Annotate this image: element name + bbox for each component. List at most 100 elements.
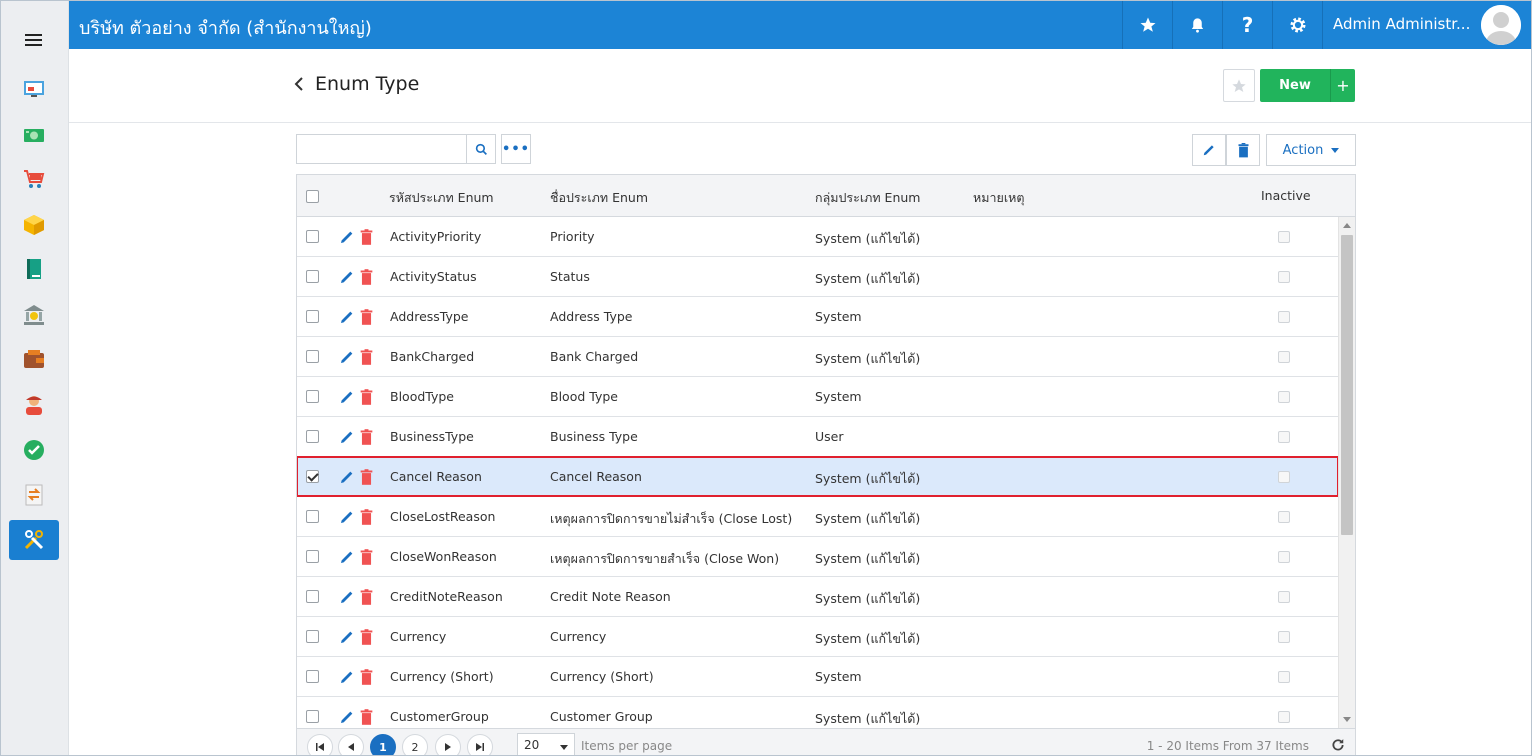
table-row[interactable]: CreditNoteReason Credit Note Reason System… <box>297 577 1338 617</box>
edit-row-icon[interactable] <box>339 588 355 606</box>
inactive-checkbox[interactable] <box>1278 591 1290 603</box>
delete-row-icon[interactable] <box>360 269 373 285</box>
table-row[interactable]: BankCharged Bank Charged System (แก้ไขได้) <box>297 337 1338 377</box>
new-dropdown-button[interactable]: + <box>1330 69 1355 102</box>
delete-row-icon[interactable] <box>360 509 373 525</box>
first-page-button[interactable] <box>307 734 333 755</box>
favorites-button[interactable] <box>1122 1 1172 49</box>
page-button-1[interactable]: 1 <box>370 734 396 755</box>
inactive-checkbox[interactable] <box>1278 271 1290 283</box>
edit-row-icon[interactable] <box>339 428 355 446</box>
sidebar-item-dashboard[interactable] <box>9 69 59 109</box>
delete-row-icon[interactable] <box>360 629 373 645</box>
more-options-button[interactable]: ••• <box>501 134 531 164</box>
edit-row-icon[interactable] <box>339 468 355 486</box>
delete-row-icon[interactable] <box>360 709 373 725</box>
edit-row-icon[interactable] <box>339 388 355 406</box>
inactive-checkbox[interactable] <box>1278 711 1290 723</box>
scroll-down-icon[interactable] <box>1343 717 1351 722</box>
scrollbar-thumb[interactable] <box>1341 235 1353 535</box>
column-header-note[interactable]: หมายเหตุ <box>973 188 1024 208</box>
action-dropdown-button[interactable]: Action <box>1266 134 1356 166</box>
inactive-checkbox[interactable] <box>1278 471 1290 483</box>
inactive-checkbox[interactable] <box>1278 511 1290 523</box>
row-checkbox[interactable] <box>306 670 319 683</box>
edit-row-icon[interactable] <box>339 348 355 366</box>
edit-row-icon[interactable] <box>339 268 355 286</box>
row-checkbox[interactable] <box>306 550 319 563</box>
row-checkbox[interactable] <box>306 230 319 243</box>
table-row[interactable]: CloseLostReason เหตุผลการปิดการขายไม่สำเร… <box>297 497 1338 537</box>
delete-row-icon[interactable] <box>360 229 373 245</box>
column-header-name[interactable]: ชื่อประเภท Enum <box>550 188 648 208</box>
edit-row-icon[interactable] <box>339 668 355 686</box>
sidebar-item-transfer[interactable] <box>9 475 59 515</box>
table-row[interactable]: AddressType Address Type System <box>297 297 1338 337</box>
edit-row-icon[interactable] <box>339 548 355 566</box>
table-row[interactable]: Cancel Reason Cancel Reason System (แก้ไขไ… <box>297 456 1339 497</box>
delete-row-icon[interactable] <box>360 589 373 605</box>
inactive-checkbox[interactable] <box>1278 431 1290 443</box>
row-checkbox[interactable] <box>306 710 319 723</box>
edit-row-icon[interactable] <box>339 228 355 246</box>
next-page-button[interactable] <box>435 734 461 755</box>
delete-selected-button[interactable] <box>1226 134 1260 166</box>
sidebar-item-settings[interactable] <box>9 520 59 560</box>
row-checkbox[interactable] <box>306 310 319 323</box>
inactive-checkbox[interactable] <box>1278 631 1290 643</box>
column-header-code[interactable]: รหัสประเภท Enum <box>389 188 494 208</box>
delete-row-icon[interactable] <box>360 469 373 485</box>
add-favorite-button[interactable] <box>1223 69 1255 102</box>
inactive-checkbox[interactable] <box>1278 311 1290 323</box>
row-checkbox[interactable] <box>306 470 319 483</box>
help-button[interactable]: ? <box>1222 1 1272 49</box>
inactive-checkbox[interactable] <box>1278 391 1290 403</box>
row-checkbox[interactable] <box>306 270 319 283</box>
inactive-checkbox[interactable] <box>1278 671 1290 683</box>
table-row[interactable]: Currency Currency System (แก้ไขได้) <box>297 617 1338 657</box>
last-page-button[interactable] <box>467 734 493 755</box>
user-menu[interactable]: Admin Administr... <box>1322 1 1531 49</box>
hamburger-menu-icon[interactable] <box>25 34 42 48</box>
notifications-button[interactable] <box>1172 1 1222 49</box>
row-checkbox[interactable] <box>306 630 319 643</box>
sidebar-item-cart[interactable] <box>9 159 59 199</box>
sidebar-item-approval[interactable] <box>9 430 59 470</box>
table-row[interactable]: BusinessType Business Type User <box>297 417 1338 457</box>
edit-row-icon[interactable] <box>339 508 355 526</box>
sidebar-item-bank[interactable] <box>9 295 59 335</box>
refresh-icon[interactable] <box>1331 738 1345 752</box>
company-name[interactable]: บริษัท ตัวอย่าง จำกัด (สำนักงานใหญ่) <box>79 13 372 42</box>
sidebar-item-accounting[interactable] <box>9 249 59 289</box>
search-button[interactable] <box>466 134 496 164</box>
table-row[interactable]: ActivityStatus Status System (แก้ไขได้) <box>297 257 1338 297</box>
row-checkbox[interactable] <box>306 510 319 523</box>
inactive-checkbox[interactable] <box>1278 351 1290 363</box>
delete-row-icon[interactable] <box>360 429 373 445</box>
row-checkbox[interactable] <box>306 590 319 603</box>
edit-row-icon[interactable] <box>339 708 355 726</box>
delete-row-icon[interactable] <box>360 349 373 365</box>
inactive-checkbox[interactable] <box>1278 231 1290 243</box>
column-header-group[interactable]: กลุ่มประเภท Enum <box>815 188 920 208</box>
row-checkbox[interactable] <box>306 390 319 403</box>
page-size-select[interactable]: 20 <box>517 733 575 755</box>
new-button[interactable]: New <box>1260 69 1330 102</box>
column-header-inactive[interactable]: Inactive <box>1261 188 1311 203</box>
delete-row-icon[interactable] <box>360 389 373 405</box>
table-row[interactable]: Currency (Short) Currency (Short) System <box>297 657 1338 697</box>
sidebar-item-hr[interactable] <box>9 385 59 425</box>
edit-row-icon[interactable] <box>339 308 355 326</box>
table-row[interactable]: CloseWonReason เหตุผลการปิดการขายสำเร็จ (… <box>297 537 1338 577</box>
grid-scrollbar[interactable] <box>1338 217 1355 728</box>
delete-row-icon[interactable] <box>360 549 373 565</box>
sidebar-item-inventory[interactable] <box>9 205 59 245</box>
edit-row-icon[interactable] <box>339 628 355 646</box>
delete-row-icon[interactable] <box>360 309 373 325</box>
prev-page-button[interactable] <box>338 734 364 755</box>
select-all-checkbox[interactable] <box>306 190 319 203</box>
sidebar-item-wallet[interactable] <box>9 339 59 379</box>
back-button[interactable] <box>294 75 304 96</box>
scroll-up-icon[interactable] <box>1343 223 1351 228</box>
delete-row-icon[interactable] <box>360 669 373 685</box>
